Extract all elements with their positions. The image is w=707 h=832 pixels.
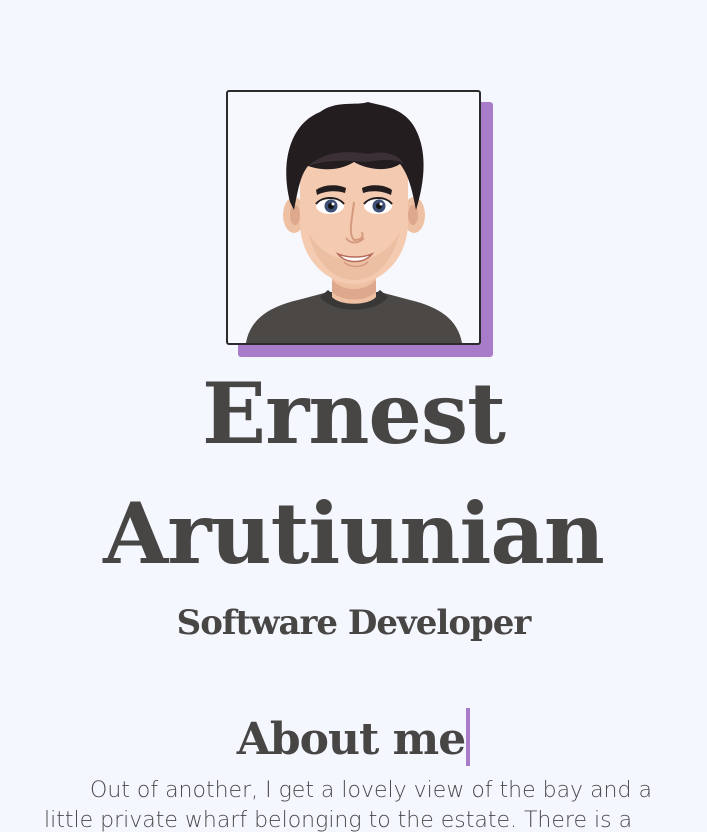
- avatar-illustration-icon: [246, 102, 462, 343]
- avatar: [226, 90, 481, 345]
- avatar-frame: [226, 90, 493, 357]
- first-name-heading: Ernest: [202, 364, 506, 463]
- about-heading-wrap: About me: [0, 708, 707, 770]
- typing-cursor: [466, 708, 471, 766]
- last-name-heading: Arutiunian: [103, 484, 605, 583]
- role-subtitle: Software Developer: [176, 603, 532, 643]
- about-paragraph: Out of another, I get a lovely view of t…: [44, 778, 652, 832]
- portfolio-page: Ernest Arutiunian Software Developer Abo…: [0, 0, 707, 832]
- about-heading: About me: [236, 714, 466, 765]
